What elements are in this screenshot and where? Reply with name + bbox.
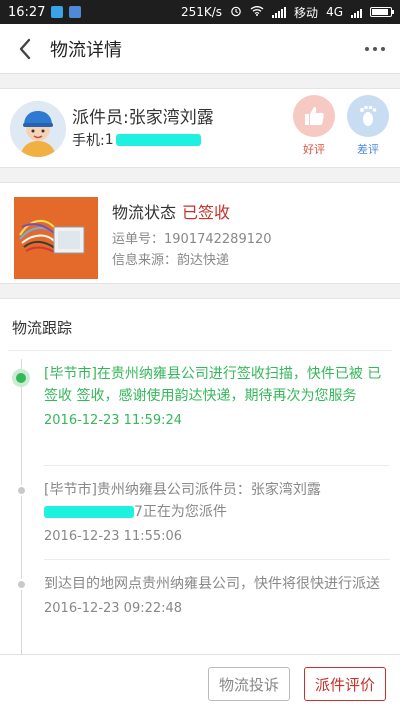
tracking-event: 到达目的地网点贵州纳雍县公司，快件将很快进行派送 2016-12-23 09:2… [44,573,390,616]
event-time: 2016-12-23 11:55:06 [44,529,183,544]
timeline-line [21,359,22,659]
phone-number: 1 [104,132,114,148]
status-label: 物流状态 [112,203,177,222]
status-bar-right: 251K/s 移动 4G [180,4,394,21]
more-dot [381,46,385,51]
timeline-dot-active [12,369,30,387]
network-speed: 251K/s [180,5,223,19]
rate-courier-button[interactable]: 派件评价 [304,667,386,701]
wifi-icon [250,5,264,19]
timeline-dot [16,579,27,590]
bad-review-button[interactable]: 差评 [346,95,390,157]
back-button[interactable] [0,24,50,74]
tracking-event: [毕节市]贵州纳雍县公司派件员：张家湾刘露 7正在为您派件 2016-12-23… [44,479,390,544]
event-text: 到达目的地网点贵州纳雍县公司，快件将很快进行派送 [44,576,380,592]
event-text: [毕节市]贵州纳雍县公司派件员：张家湾刘露 7正在为您派件 [44,479,390,523]
bottom-action-bar: 物流投诉 派件评价 [0,654,400,710]
more-dot [365,46,369,51]
event-text-line: [毕节市]贵州纳雍县公司派件员：张家湾刘露 [44,482,321,498]
divider [44,465,390,466]
more-dot [373,46,377,51]
info-source: 信息来源：韵达快递 [112,253,230,268]
alarm-icon [230,5,242,20]
more-options-button[interactable] [350,24,400,74]
courier-card: 派件员:张家湾刘露 手机: 1 好评 差评 [0,88,400,168]
notification-app-icon [51,6,64,18]
courier-phone: 手机: 1 [72,130,201,150]
logistics-status: 物流状态 已签收 [112,199,230,223]
tracking-section: 物流跟踪 [毕节市]在贵州纳雍县公司进行签收扫描，快件已被 已签收 签收，感谢使… [0,298,400,659]
redaction-mark [115,134,201,146]
good-review-label: 好评 [303,143,325,156]
carrier-name: 移动 [294,5,319,20]
phone-label: 手机: [72,133,105,149]
courier-avatar [10,101,66,157]
page-title: 物流详情 [50,39,122,61]
thumbs-up-icon [293,95,335,137]
bad-review-label: 差评 [357,143,379,156]
tracking-title: 物流跟踪 [12,319,73,337]
product-thumbnail [14,197,98,279]
event-time: 2016-12-23 11:59:24 [44,413,183,428]
status-time: 16:27 [8,4,46,20]
tracking-number: 运单号：1901742289120 [112,232,272,247]
tracking-event: [毕节市]在贵州纳雍县公司进行签收扫描，快件已被 已签收 签收，感谢使用韵达快递… [44,363,390,428]
status-bar: 16:27 251K/s 移动 4G [0,0,400,24]
courier-name: 派件员:张家湾刘露 [72,108,214,128]
good-review-button[interactable]: 好评 [292,95,336,157]
event-text-tail: 7正在为您派件 [134,504,227,520]
event-text: [毕节市]在贵州纳雍县公司进行签收扫描，快件已被 已签收 签收，感谢使用韵达快递… [44,366,382,404]
redaction-mark [44,506,134,518]
event-time: 2016-12-23 09:22:48 [44,601,183,616]
signal-icon [272,6,287,18]
battery-icon [370,7,394,17]
network-type: 4G [326,5,343,19]
signal-icon [351,7,362,18]
status-bar-left: 16:27 [8,4,82,20]
back-arrow-icon [19,38,31,59]
divider [8,350,392,351]
app-header: 物流详情 [0,24,400,74]
status-value: 已签收 [182,203,231,222]
package-card: 物流状态 已签收 运单号：1901742289120 信息来源：韵达快递 [0,182,400,284]
divider [44,559,390,560]
footprint-icon [347,95,389,137]
logistics-complaint-button[interactable]: 物流投诉 [208,667,290,701]
timeline-dot [16,485,27,496]
notification-app-icon [69,6,82,18]
